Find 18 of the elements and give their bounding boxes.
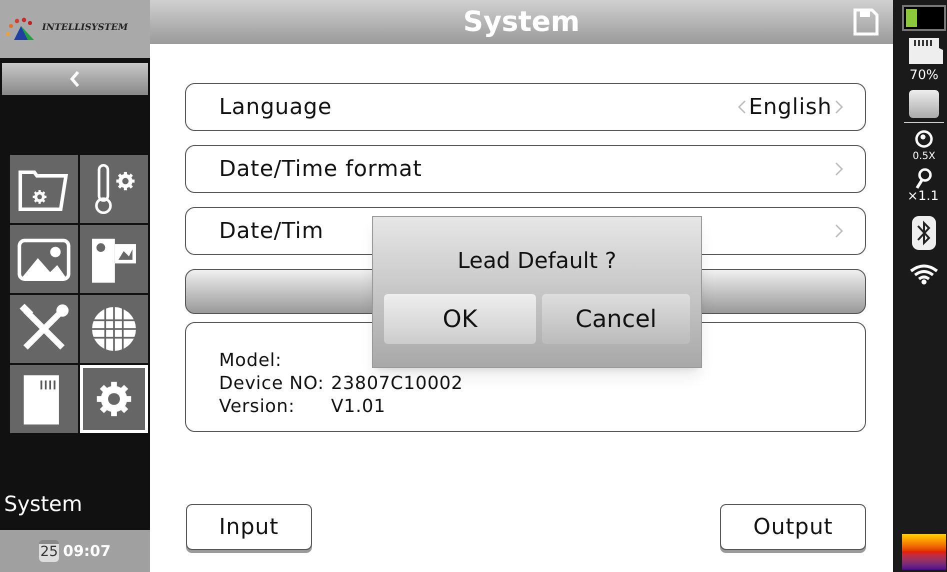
setting-label: Date/Time format xyxy=(219,156,422,184)
info-label: Device NO: xyxy=(219,372,326,395)
setting-label: Date/Tim xyxy=(219,218,324,246)
section-label: System xyxy=(3,490,84,518)
setting-value: English xyxy=(748,94,832,122)
setting-label: Language xyxy=(219,94,332,122)
info-label: Model: xyxy=(219,349,283,372)
storage-percent: 70% xyxy=(910,67,938,85)
info-value: V1.01 xyxy=(331,395,386,418)
window-title: System xyxy=(463,4,580,40)
info-label: Version: xyxy=(219,395,296,418)
dialog-message: Lead Default ? xyxy=(458,248,616,276)
info-value: 23807C10002 xyxy=(331,372,464,395)
lens-zoom-label: 0.5X xyxy=(912,150,936,164)
clock-time: 09:07 xyxy=(63,540,111,562)
digital-zoom-label: ×1.1 xyxy=(907,190,939,202)
calendar-date: 25 xyxy=(39,540,60,562)
logo-text: INTELLISYSTEM xyxy=(42,22,128,36)
